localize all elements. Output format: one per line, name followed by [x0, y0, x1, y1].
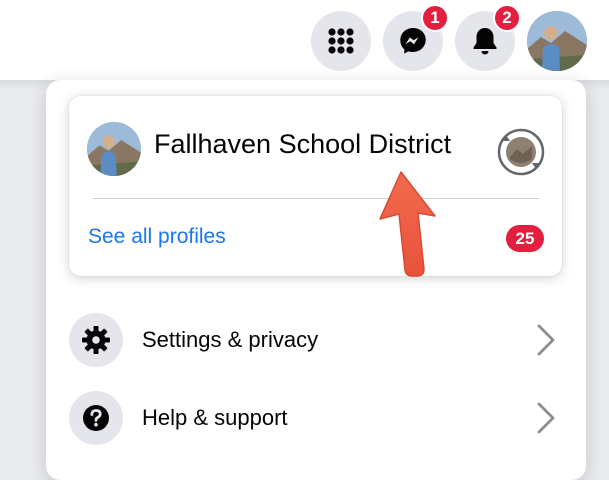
notifications-badge: 2: [493, 4, 521, 32]
profile-avatar-image: [87, 122, 141, 176]
settings-privacy-item[interactable]: Settings & privacy: [69, 313, 569, 373]
profile-name[interactable]: Fallhaven School District: [154, 129, 451, 160]
messenger-button[interactable]: 1: [383, 4, 449, 71]
menu-button[interactable]: [311, 11, 371, 71]
help-support-item[interactable]: Help & support: [69, 391, 569, 451]
account-avatar-button[interactable]: [527, 11, 587, 71]
messenger-icon: [400, 28, 426, 54]
grid-menu-icon: [328, 28, 354, 54]
notifications-button[interactable]: 2: [455, 4, 521, 71]
see-all-profiles-link[interactable]: See all profiles: [88, 225, 226, 249]
profiles-count-badge: 25: [506, 225, 544, 252]
switch-profile-icon[interactable]: [496, 127, 546, 177]
annotation-arrow-icon: [379, 171, 436, 277]
profile-card: Fallhaven School District See all profil…: [69, 96, 562, 276]
profile-avatar: [527, 11, 587, 71]
gear-icon: [69, 313, 123, 367]
card-divider: [93, 198, 539, 199]
chevron-right-icon: [537, 324, 555, 356]
help-support-label: Help & support: [142, 405, 288, 430]
chevron-right-icon: [537, 402, 555, 434]
messenger-badge: 1: [421, 4, 449, 32]
bell-icon: [473, 28, 497, 55]
profile-avatar[interactable]: [87, 122, 141, 176]
question-icon: [69, 391, 123, 445]
settings-privacy-label: Settings & privacy: [142, 327, 319, 352]
